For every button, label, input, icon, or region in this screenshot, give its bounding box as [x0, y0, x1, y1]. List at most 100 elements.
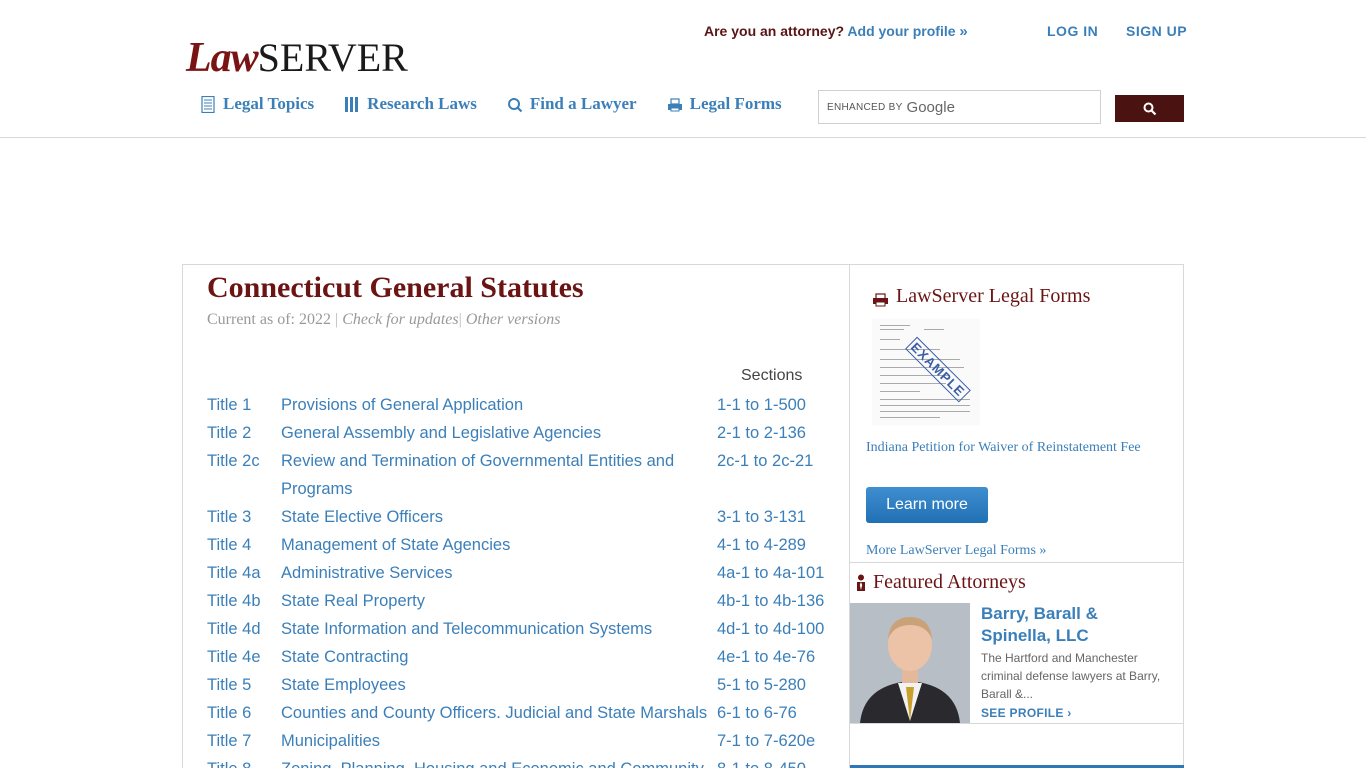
- title-name-link[interactable]: Administrative Services: [281, 559, 717, 587]
- title-sections-link[interactable]: 2c-1 to 2c-21: [717, 447, 813, 503]
- version-meta: Current as of: 2022 | Check for updates|…: [207, 311, 560, 329]
- main-nav: Legal Topics Research Laws Find a Lawyer…: [200, 92, 812, 116]
- magnifier-icon: [507, 96, 523, 113]
- title-number-link[interactable]: Title 4d: [207, 615, 281, 643]
- title-name-link[interactable]: Municipalities: [281, 727, 717, 755]
- check-updates-link[interactable]: Check for updates: [342, 311, 458, 328]
- sidebar: LawServer Legal Forms EXAMPLE Indiana Pe…: [849, 265, 1184, 768]
- double-chevron-right-icon: »: [959, 23, 968, 40]
- title-sections-link[interactable]: 3-1 to 3-131: [717, 503, 806, 531]
- legal-forms-box: LawServer Legal Forms EXAMPLE Indiana Pe…: [850, 265, 1184, 563]
- table-row: Title 3 State Elective Officers 3-1 to 3-1…: [207, 503, 847, 531]
- form-title-link[interactable]: Indiana Petition for Waiver of Reinstate…: [866, 441, 1166, 455]
- nav-legal-forms[interactable]: Legal Forms: [667, 92, 782, 116]
- attorney-cta: Are you an attorney? Add your profile »: [704, 23, 968, 40]
- title-number-link[interactable]: Title 2c: [207, 447, 281, 503]
- title-name-link[interactable]: State Real Property: [281, 587, 717, 615]
- title-sections-link[interactable]: 6-1 to 6-76: [717, 699, 797, 727]
- title-sections-link[interactable]: 8-1 to 8-450: [717, 755, 806, 768]
- login-link[interactable]: LOG IN: [1047, 23, 1098, 39]
- title-name-link[interactable]: State Elective Officers: [281, 503, 717, 531]
- check-updates-label: Check for updates: [342, 311, 459, 328]
- title-sections-link[interactable]: 4d-1 to 4d-100: [717, 615, 824, 643]
- table-row: Title 4d State Information and Telecommun…: [207, 615, 847, 643]
- title-name-link[interactable]: General Assembly and Legislative Agencie…: [281, 419, 717, 447]
- page-title: Connecticut General Statutes: [207, 271, 584, 304]
- legal-forms-title: LawServer Legal Forms: [896, 285, 1091, 307]
- form-thumbnail[interactable]: EXAMPLE: [872, 319, 980, 425]
- title-number-link[interactable]: Title 4: [207, 531, 281, 559]
- attorney-card: Barry, Barall & Spinella, LLC The Hartfo…: [850, 603, 1184, 724]
- see-profile-link[interactable]: SEE PROFILE ›: [981, 706, 1072, 720]
- table-row: Title 6 Counties and County Officers. Jud…: [207, 699, 847, 727]
- printer-icon: [667, 96, 683, 113]
- meta-separator: |: [458, 311, 462, 328]
- table-row: Title 2 General Assembly and Legislative …: [207, 419, 847, 447]
- title-name-link[interactable]: State Employees: [281, 671, 717, 699]
- title-number-link[interactable]: Title 6: [207, 699, 281, 727]
- title-number-link[interactable]: Title 3: [207, 503, 281, 531]
- featured-attorneys-title: Featured Attorneys: [873, 571, 1026, 593]
- more-forms-link[interactable]: More LawServer Legal Forms »: [866, 543, 1046, 559]
- main-panel: Connecticut General Statutes Current as …: [182, 264, 1184, 768]
- title-number-link[interactable]: Title 7: [207, 727, 281, 755]
- titles-table: Title 1 Provisions of General Application…: [207, 391, 847, 768]
- current-as-of-label: Current as of:: [207, 311, 295, 328]
- title-sections-link[interactable]: 2-1 to 2-136: [717, 419, 806, 447]
- document-icon: [200, 95, 216, 113]
- title-sections-link[interactable]: 7-1 to 7-620e: [717, 727, 815, 755]
- nav-legal-topics[interactable]: Legal Topics: [200, 92, 314, 116]
- nav-research-laws[interactable]: Research Laws: [344, 92, 477, 116]
- title-sections-link[interactable]: 4-1 to 4-289: [717, 531, 806, 559]
- example-stamp: EXAMPLE: [905, 336, 971, 403]
- title-name-link[interactable]: Zoning, Planning, Housing and Economic a…: [281, 755, 717, 768]
- attorney-description: The Hartford and Manchester criminal def…: [981, 651, 1161, 701]
- nav-find-lawyer[interactable]: Find a Lawyer: [507, 92, 637, 116]
- add-profile-link[interactable]: Add your profile »: [847, 23, 968, 40]
- title-sections-link[interactable]: 4e-1 to 4e-76: [717, 643, 815, 671]
- title-sections-link[interactable]: 4b-1 to 4b-136: [717, 587, 824, 615]
- table-row: Title 4 Management of State Agencies 4-1 t…: [207, 531, 847, 559]
- title-number-link[interactable]: Title 4a: [207, 559, 281, 587]
- title-number-link[interactable]: Title 1: [207, 391, 281, 419]
- add-profile-label: Add your profile: [847, 23, 956, 39]
- search-button[interactable]: [1115, 95, 1184, 122]
- title-name-link[interactable]: Management of State Agencies: [281, 531, 717, 559]
- other-versions-link[interactable]: Other versions: [466, 311, 561, 328]
- title-number-link[interactable]: Title 5: [207, 671, 281, 699]
- attorney-photo[interactable]: [850, 603, 970, 723]
- title-name-link[interactable]: State Information and Telecommunication …: [281, 615, 717, 643]
- title-name-link[interactable]: Provisions of General Application: [281, 391, 717, 419]
- table-row: Title 5 State Employees 5-1 to 5-280: [207, 671, 847, 699]
- meta-separator: |: [334, 311, 339, 328]
- attorney-question: Are you an attorney?: [704, 23, 845, 39]
- logo-server-text: SERVER: [257, 35, 408, 80]
- person-icon: [856, 574, 866, 591]
- nav-research-laws-label: Research Laws: [367, 94, 477, 113]
- legal-forms-heading: LawServer Legal Forms: [872, 285, 1090, 308]
- title-number-link[interactable]: Title 4e: [207, 643, 281, 671]
- sections-heading: Sections: [741, 367, 803, 384]
- printer-icon: [872, 290, 889, 306]
- title-number-link[interactable]: Title 8: [207, 755, 281, 768]
- attorney-name-link[interactable]: Barry, Barall & Spinella, LLC: [981, 603, 1171, 647]
- site-logo[interactable]: LawSERVER: [186, 34, 408, 82]
- search-input[interactable]: ENHANCED BY Google: [818, 90, 1101, 124]
- title-number-link[interactable]: Title 4b: [207, 587, 281, 615]
- title-sections-link[interactable]: 1-1 to 1-500: [717, 391, 806, 419]
- books-icon: [344, 96, 360, 113]
- signup-link[interactable]: SIGN UP: [1126, 23, 1187, 39]
- google-label: Google: [906, 98, 955, 116]
- other-versions-label: Other versions: [465, 311, 561, 328]
- title-number-link[interactable]: Title 2: [207, 419, 281, 447]
- title-sections-link[interactable]: 4a-1 to 4a-101: [717, 559, 824, 587]
- table-row: Title 4e State Contracting 4e-1 to 4e-76: [207, 643, 847, 671]
- title-name-link[interactable]: State Contracting: [281, 643, 717, 671]
- title-name-link[interactable]: Review and Termination of Governmental E…: [281, 447, 717, 503]
- title-name-link[interactable]: Counties and County Officers. Judicial a…: [281, 699, 717, 727]
- table-row: Title 2c Review and Termination of Govern…: [207, 447, 847, 503]
- site-header: LawSERVER Are you an attorney? Add your …: [0, 0, 1366, 138]
- title-sections-link[interactable]: 5-1 to 5-280: [717, 671, 806, 699]
- learn-more-button[interactable]: Learn more: [866, 487, 988, 523]
- table-row: Title 4b State Real Property 4b-1 to 4b-13…: [207, 587, 847, 615]
